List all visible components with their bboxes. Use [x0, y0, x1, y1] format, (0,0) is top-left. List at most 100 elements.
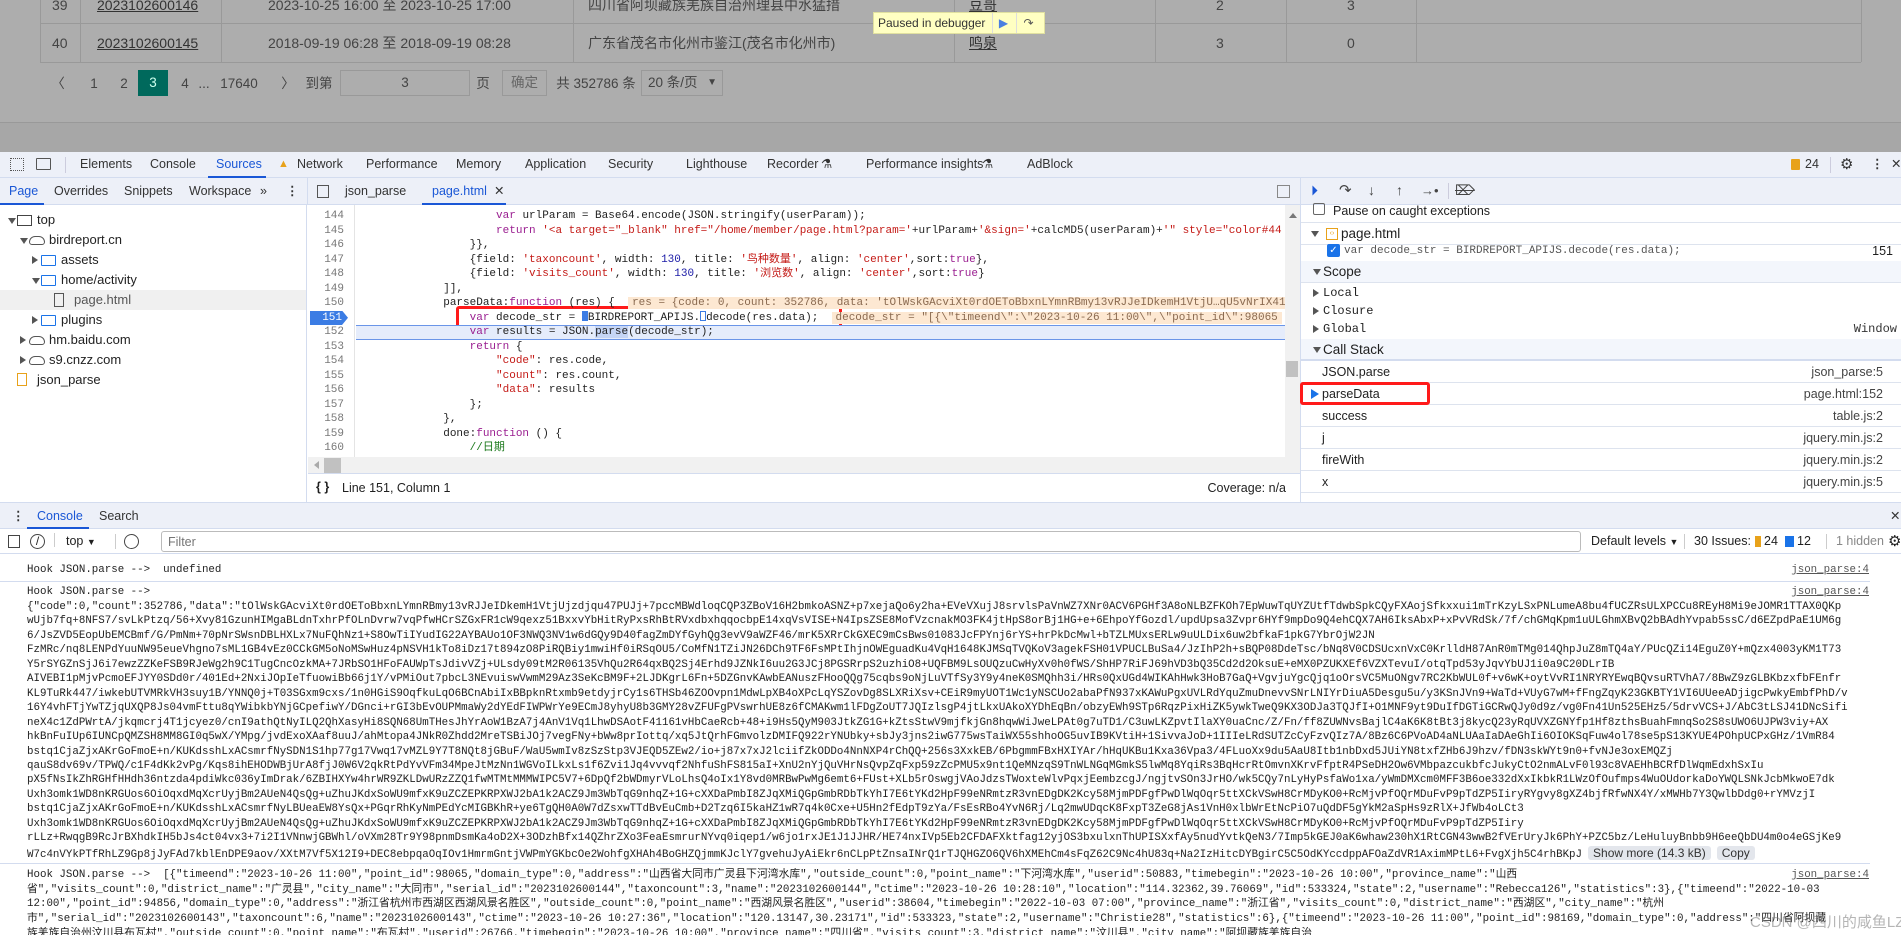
resume-icon[interactable]: ⏵ [1311, 178, 1318, 203]
step-out-icon[interactable]: ↑ [1396, 178, 1403, 203]
close-tab-icon[interactable]: ✕ [494, 179, 504, 204]
drawer-tab-console[interactable]: Console [37, 504, 83, 529]
line-number[interactable]: 150 [310, 296, 344, 311]
code-line[interactable]: 152 var results = JSON.parse(decode_str)… [310, 325, 1285, 340]
breakpoint-marker[interactable]: 151 [310, 310, 348, 325]
line-number[interactable]: 152 [310, 325, 344, 340]
line-number[interactable]: 156 [310, 383, 344, 398]
serial-link[interactable]: 2023102600145 [97, 34, 198, 52]
code-line[interactable]: 150 parseData:function (res) { res = {co… [310, 296, 1285, 311]
deactivate-breakpoints-icon[interactable]: ⌦ [1455, 178, 1475, 203]
call-frame[interactable]: fireWith jquery.min.js:2 [1301, 449, 1901, 471]
code-line[interactable]: 157 }; [310, 398, 1285, 413]
line-number[interactable]: 153 [310, 340, 344, 355]
tab-console[interactable]: Console [150, 152, 196, 177]
scroll-left-icon[interactable] [314, 461, 319, 469]
resume-icon[interactable]: ▶ [992, 13, 1014, 33]
close-drawer-icon[interactable]: ✕ [1890, 504, 1900, 529]
inspect-element-icon[interactable] [10, 158, 24, 171]
checkbox-checked-icon[interactable]: ✓ [1327, 244, 1340, 257]
call-frame[interactable]: JSON.parse json_parse:5 [1301, 361, 1901, 383]
eye-icon[interactable] [124, 534, 139, 549]
code-line[interactable]: 144 var urlParam = Base64.encode(JSON.st… [310, 209, 1285, 224]
subtab-page[interactable]: Page [9, 179, 38, 204]
pause-caught-row[interactable]: Pause on caught exceptions [1301, 201, 1901, 223]
collapse-arrow-icon[interactable] [1313, 347, 1321, 353]
code-line[interactable]: 153 return { [310, 340, 1285, 355]
step-into-icon[interactable]: ↓ [1368, 178, 1375, 203]
code-line[interactable]: 145 return '<a target="_blank" href="/ho… [310, 224, 1285, 239]
code-line[interactable]: 148 {field: 'visits_count', width: 130, … [310, 267, 1285, 282]
expand-arrow-icon[interactable] [20, 336, 26, 344]
user-link[interactable]: 鸣泉 [969, 34, 997, 52]
vertical-scrollbar[interactable] [1285, 205, 1300, 457]
tab-network[interactable]: Network [297, 152, 343, 177]
navigator-item[interactable]: s9.cnzz.com [0, 350, 306, 370]
step-icon[interactable]: →• [1421, 178, 1439, 203]
page-button[interactable]: 1 [86, 72, 102, 96]
editor-tab-page-html[interactable]: page.html [432, 179, 487, 204]
subtab-overrides[interactable]: Overrides [54, 179, 108, 204]
scope-closure[interactable]: Closure [1301, 302, 1901, 320]
call-frame[interactable]: x jquery.min.js:5 [1301, 471, 1901, 493]
expand-arrow-icon[interactable] [1313, 307, 1319, 315]
gear-icon[interactable]: ⚙ [1840, 152, 1853, 177]
line-number[interactable]: 148 [310, 267, 344, 282]
code-line[interactable]: 155 "count": res.count, [310, 369, 1285, 384]
tab-lighthouse[interactable]: Lighthouse [686, 152, 747, 177]
scope-local[interactable]: Local [1301, 284, 1901, 302]
checkbox[interactable] [1313, 203, 1325, 215]
navigator-item[interactable]: json_parse [0, 370, 306, 390]
kebab-menu-icon[interactable]: ⋮ [286, 179, 299, 204]
code-line[interactable]: 159 done:function () { [310, 427, 1285, 442]
call-frame-location[interactable]: table.js:2 [1833, 405, 1883, 427]
tab-security[interactable]: Security [608, 152, 653, 177]
toggle-debugger-icon[interactable] [1277, 185, 1290, 198]
line-number[interactable]: 159 [310, 427, 344, 442]
line-number[interactable]: 145 [310, 224, 344, 239]
line-number[interactable]: 154 [310, 354, 344, 369]
line-number[interactable]: 146 [310, 238, 344, 253]
close-icon[interactable]: ✕ [1891, 152, 1901, 177]
line-number[interactable]: 149 [310, 282, 344, 297]
device-toolbar-icon[interactable] [36, 158, 51, 170]
expand-arrow-icon[interactable] [20, 356, 26, 364]
navigator-item[interactable]: birdreport.cn [0, 230, 306, 250]
source-link[interactable]: json_parse:4 [1791, 868, 1869, 883]
call-stack-header[interactable]: Call Stack [1301, 339, 1901, 361]
scrollbar-thumb[interactable] [1286, 361, 1298, 377]
code-line[interactable]: 147 {field: 'taxoncount', width: 130, ti… [310, 253, 1285, 268]
source-link[interactable]: json_parse:4 [1791, 585, 1869, 600]
code-line[interactable]: 158 }, [310, 412, 1285, 427]
subtab-snippets[interactable]: Snippets [124, 179, 173, 204]
line-number[interactable]: 157 [310, 398, 344, 413]
serial-link[interactable]: 2023102600146 [97, 0, 198, 14]
collapse-arrow-icon[interactable] [8, 218, 16, 224]
collapse-arrow-icon[interactable] [20, 238, 28, 244]
issues-info-count[interactable]: 12 [1797, 534, 1811, 548]
scrollbar-thumb[interactable] [324, 458, 341, 473]
step-over-icon[interactable]: ↷ [1016, 13, 1040, 33]
expand-arrow-icon[interactable] [1313, 325, 1319, 333]
issues-label[interactable]: 30 Issues: [1694, 534, 1751, 548]
next-page-button[interactable]: 〉 [280, 72, 296, 96]
console-settings-gear-icon[interactable]: ⚙ [1888, 532, 1901, 550]
kebab-menu-icon[interactable]: ⋮ [1871, 152, 1884, 177]
line-number[interactable]: 147 [310, 253, 344, 268]
navigator-item[interactable]: assets [0, 250, 306, 270]
code-line[interactable]: 151 var decode_str = BIRDREPORT_APIJS. de… [310, 310, 1285, 325]
horizontal-scrollbar[interactable] [308, 457, 1300, 474]
call-frame-location[interactable]: jquery.min.js:5 [1803, 471, 1883, 493]
navigator-item[interactable]: home/activity [0, 270, 306, 290]
tab-application[interactable]: Application [525, 152, 586, 177]
tab-memory[interactable]: Memory [456, 152, 501, 177]
call-frame[interactable]: success table.js:2 [1301, 405, 1901, 427]
tab-elements[interactable]: Elements [80, 152, 132, 177]
scope-header[interactable]: Scope [1301, 261, 1901, 283]
expand-arrow-icon[interactable] [1313, 289, 1319, 297]
collapse-arrow-icon[interactable] [1313, 269, 1321, 275]
sidebar-toggle-icon[interactable] [8, 535, 20, 548]
call-frame-location[interactable]: json_parse:5 [1811, 361, 1883, 383]
scroll-up-icon[interactable] [1289, 213, 1297, 218]
toggle-navigator-icon[interactable] [317, 185, 329, 198]
